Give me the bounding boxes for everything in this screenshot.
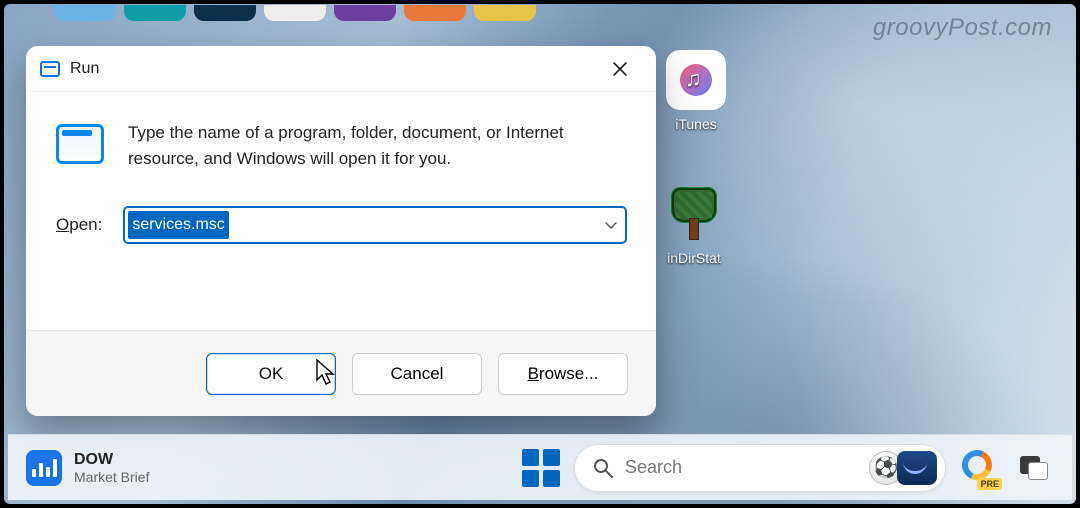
windirstat-icon: [664, 184, 724, 244]
cancel-button[interactable]: Cancel: [352, 353, 482, 395]
run-description: Type the name of a program, folder, docu…: [128, 120, 626, 173]
close-button[interactable]: [598, 53, 642, 85]
desktop-icon-label: inDirStat: [652, 250, 736, 266]
run-footer: OK Cancel Browse...: [26, 330, 656, 416]
run-title-icon: [40, 61, 60, 77]
desktop-icon-windirstat[interactable]: inDirStat: [652, 184, 736, 266]
run-dialog: Run Type the name of a program, folder, …: [26, 46, 656, 416]
search-box[interactable]: [574, 444, 946, 492]
run-app-icon: [56, 120, 104, 164]
widget-subtitle: Market Brief: [74, 469, 149, 485]
widget-title: DOW: [74, 451, 149, 469]
task-view-icon: [1020, 456, 1048, 480]
outlook-button[interactable]: PRE: [960, 448, 1000, 488]
browse-button[interactable]: Browse...: [498, 353, 628, 395]
run-title: Run: [70, 60, 99, 78]
search-input[interactable]: [625, 457, 857, 478]
open-label: Open:: [56, 215, 102, 235]
itunes-icon: [666, 50, 726, 110]
close-icon: [612, 61, 628, 77]
search-highlight-icon[interactable]: [869, 451, 937, 485]
search-icon: [593, 458, 613, 478]
desktop-icon-label: iTunes: [654, 116, 738, 132]
start-button[interactable]: [522, 449, 560, 487]
ok-button[interactable]: OK: [206, 353, 336, 395]
top-app-strip: [4, 4, 1076, 21]
taskbar: DOW Market Brief PRE: [8, 434, 1072, 500]
widgets-button[interactable]: DOW Market Brief: [26, 450, 149, 486]
open-combobox[interactable]: services.msc: [124, 207, 626, 243]
outlook-icon: PRE: [962, 450, 998, 486]
open-input[interactable]: [124, 207, 626, 243]
task-view-button[interactable]: [1014, 448, 1054, 488]
widgets-icon: [26, 450, 62, 486]
chevron-down-icon[interactable]: [604, 218, 618, 232]
run-titlebar[interactable]: Run: [26, 46, 656, 92]
desktop-icon-itunes[interactable]: iTunes: [654, 50, 738, 132]
